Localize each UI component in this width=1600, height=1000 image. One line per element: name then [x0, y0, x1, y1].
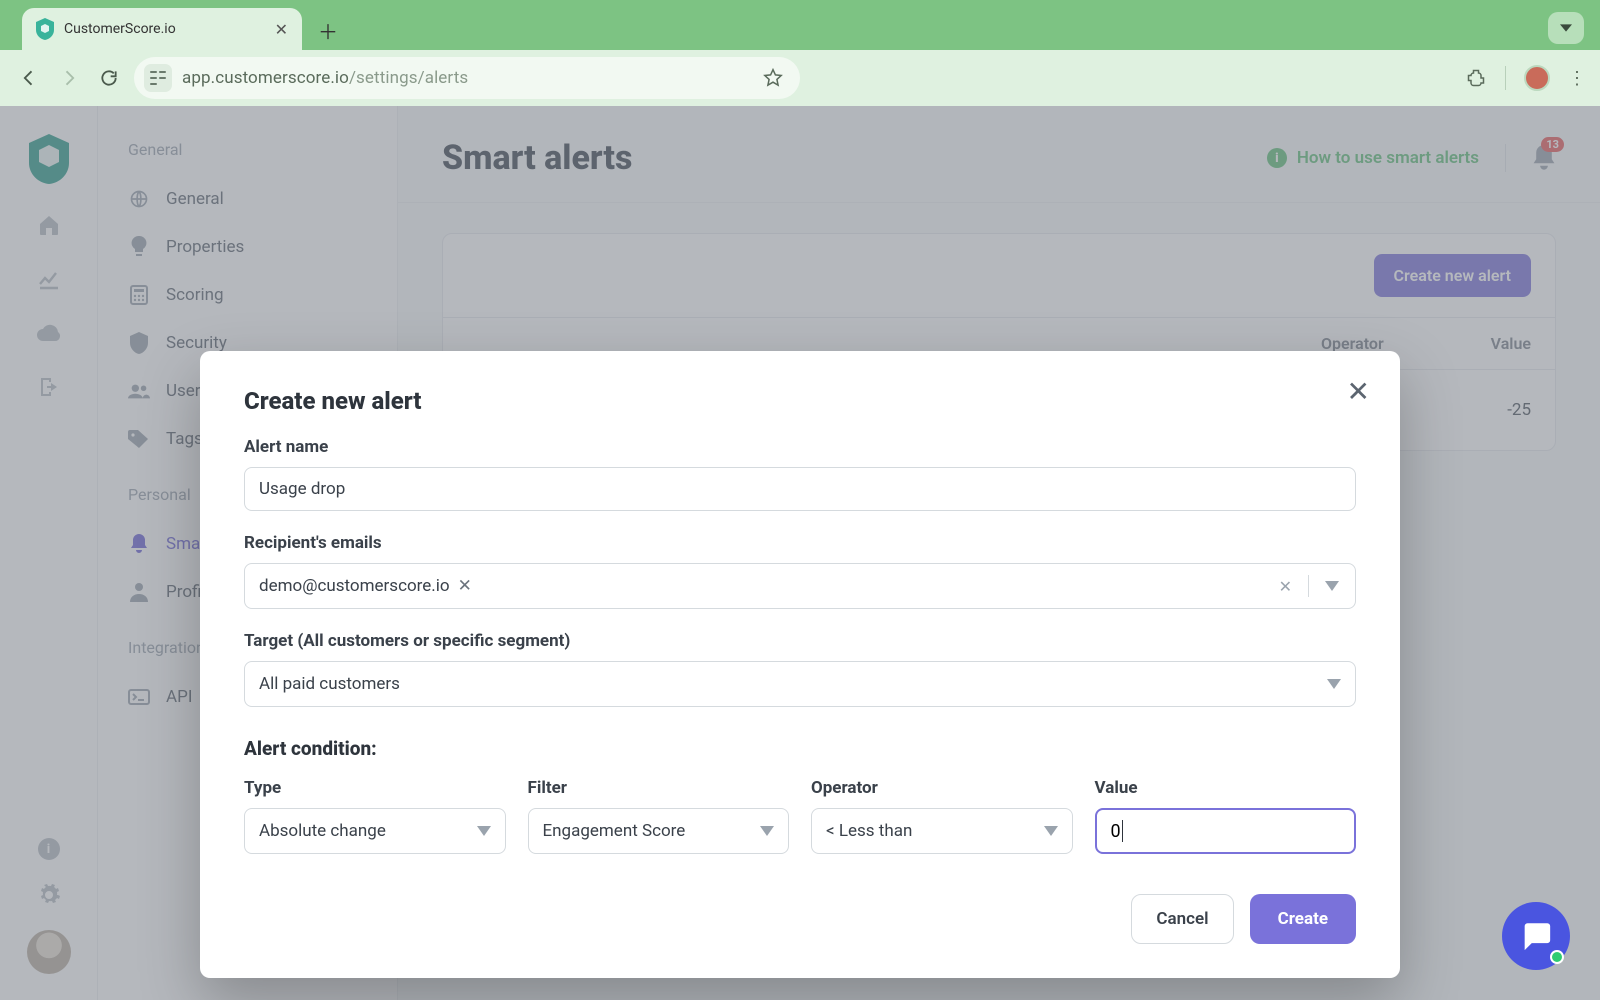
filter-value: Engagement Score [543, 821, 686, 841]
clear-emails-icon[interactable]: ✕ [1279, 577, 1292, 596]
email-tag-text: demo@customerscore.io [259, 576, 450, 596]
modal-close-button[interactable]: ✕ [1347, 375, 1370, 408]
target-select[interactable]: All paid customers [244, 661, 1356, 707]
operator-value: < Less than [826, 821, 912, 841]
create-alert-modal: Create new alert ✕ Alert name Recipient'… [200, 351, 1400, 978]
text-caret [1122, 820, 1123, 842]
favicon [36, 18, 54, 40]
emails-input[interactable]: demo@customerscore.io ✕ ✕ [244, 563, 1356, 609]
email-tag-remove-icon[interactable]: ✕ [458, 576, 472, 596]
url-text: app.customerscore.io/settings/alerts [182, 68, 468, 88]
extensions-icon[interactable] [1465, 67, 1487, 89]
value-input[interactable]: 0 [1095, 808, 1357, 854]
filter-select[interactable]: Engagement Score [528, 808, 790, 854]
new-tab-button[interactable]: ＋ [312, 14, 344, 46]
type-select[interactable]: Absolute change [244, 808, 506, 854]
chat-fab[interactable] [1502, 902, 1570, 970]
toolbar-separator [1505, 66, 1506, 90]
tab-title: CustomerScore.io [64, 21, 265, 37]
nav-forward-button[interactable] [54, 63, 84, 93]
browser-tab[interactable]: CustomerScore.io ✕ [22, 8, 302, 50]
condition-heading: Alert condition: [244, 737, 1356, 760]
create-button[interactable]: Create [1250, 894, 1356, 944]
target-value: All paid customers [259, 674, 400, 694]
operator-label: Operator [811, 778, 1073, 798]
tagbox-separator [1308, 575, 1309, 597]
site-info-icon[interactable] [144, 64, 172, 92]
filter-label: Filter [528, 778, 790, 798]
nav-back-button[interactable] [14, 63, 44, 93]
nav-reload-button[interactable] [94, 63, 124, 93]
type-value: Absolute change [259, 821, 386, 841]
chevron-down-icon[interactable] [1325, 581, 1339, 591]
window-tabs-dropdown[interactable] [1548, 12, 1584, 44]
bookmark-icon[interactable] [762, 67, 784, 89]
address-bar[interactable]: app.customerscore.io/settings/alerts [134, 57, 800, 99]
profile-avatar[interactable] [1524, 65, 1550, 91]
chevron-down-icon [1327, 679, 1341, 689]
browser-tab-strip: CustomerScore.io ✕ ＋ [0, 0, 1600, 50]
alert-name-label: Alert name [244, 437, 1356, 457]
emails-label: Recipient's emails [244, 533, 1356, 553]
value-text: 0 [1111, 821, 1121, 842]
tab-close-icon[interactable]: ✕ [275, 20, 288, 39]
target-label: Target (All customers or specific segmen… [244, 631, 1356, 651]
operator-select[interactable]: < Less than [811, 808, 1073, 854]
email-tag: demo@customerscore.io ✕ [253, 572, 478, 600]
alert-name-input[interactable] [244, 467, 1356, 511]
browser-menu-icon[interactable]: ⋮ [1568, 68, 1586, 89]
modal-title: Create new alert [244, 387, 1356, 415]
chevron-down-icon [760, 826, 774, 836]
browser-toolbar: app.customerscore.io/settings/alerts ⋮ [0, 50, 1600, 106]
chevron-down-icon [477, 826, 491, 836]
presence-dot [1550, 950, 1564, 964]
chevron-down-icon [1044, 826, 1058, 836]
value-label: Value [1095, 778, 1357, 798]
type-label: Type [244, 778, 506, 798]
cancel-button[interactable]: Cancel [1131, 894, 1233, 944]
